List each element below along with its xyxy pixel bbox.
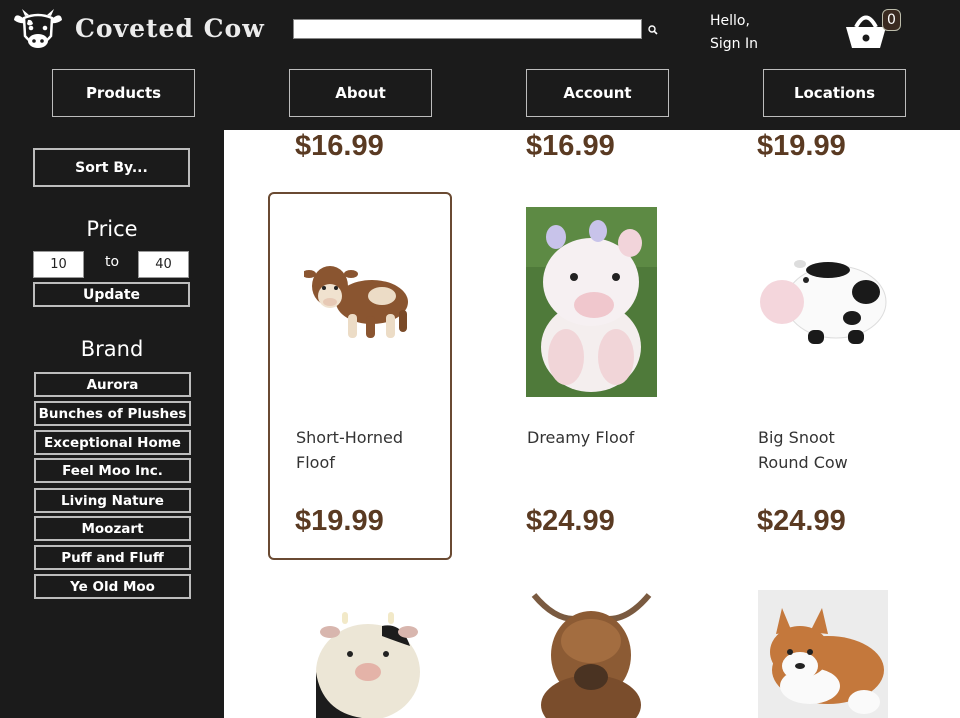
- brand-filter-puff-and-fluff[interactable]: Puff and Fluff: [34, 545, 191, 570]
- greeting-hello: Hello,: [710, 13, 750, 29]
- price-min-input[interactable]: 10: [33, 251, 84, 278]
- site-header: Coveted Cow Hello, Sign In 0 Products Ab…: [0, 0, 960, 130]
- filter-sidebar: Sort By... Price 10 to 40 Update Brand A…: [0, 130, 224, 718]
- brand-filter-exceptional-home[interactable]: Exceptional Home: [34, 430, 191, 455]
- nav-account-button[interactable]: Account: [526, 69, 669, 117]
- product-name-line: Round Cow: [758, 453, 848, 472]
- update-price-button[interactable]: Update: [33, 282, 190, 307]
- product-name-line: Dreamy Floof: [527, 428, 635, 447]
- price-filter-title: Price: [86, 217, 138, 241]
- nav-about-button[interactable]: About: [289, 69, 432, 117]
- sign-in-link[interactable]: Sign In: [710, 33, 758, 56]
- brand-filter-ye-old-moo[interactable]: Ye Old Moo: [34, 574, 191, 599]
- product-price: $19.99: [295, 505, 384, 537]
- price-max-input[interactable]: 40: [138, 251, 189, 278]
- product-price: $16.99: [295, 130, 384, 162]
- dreamy-floof-image[interactable]: [526, 207, 657, 397]
- brand-filter-feel-moo-inc[interactable]: Feel Moo Inc.: [34, 458, 191, 483]
- brand-filter-bunches-of-plushes[interactable]: Bunches of Plushes: [34, 401, 191, 426]
- cart-count-badge: 0: [882, 9, 901, 31]
- nav-locations-button[interactable]: Locations: [763, 69, 906, 117]
- search-input[interactable]: [293, 19, 642, 39]
- squishy-cow-image[interactable]: [312, 602, 427, 718]
- brand-name[interactable]: Coveted Cow: [75, 14, 265, 43]
- product-name[interactable]: Short-Horned Floof: [296, 425, 436, 475]
- search-icon[interactable]: [645, 22, 661, 38]
- account-greeting[interactable]: Hello, Sign In: [710, 10, 758, 56]
- brand-filter-moozart[interactable]: Moozart: [34, 516, 191, 541]
- product-name-line: Short-Horned: [296, 428, 403, 447]
- product-name[interactable]: Dreamy Floof: [527, 425, 667, 450]
- product-price: $16.99: [526, 130, 615, 162]
- big-snoot-round-cow-image[interactable]: [756, 250, 891, 350]
- sort-by-button[interactable]: Sort By...: [33, 148, 190, 187]
- price-range-separator: to: [104, 254, 120, 270]
- brand-filter-living-nature[interactable]: Living Nature: [34, 488, 191, 513]
- short-horned-floof-image[interactable]: [304, 252, 416, 347]
- product-name[interactable]: Big Snoot Round Cow: [758, 425, 898, 475]
- product-price: $24.99: [526, 505, 615, 537]
- product-price: $24.99: [757, 505, 846, 537]
- product-price: $19.99: [757, 130, 846, 162]
- brand-filter-title: Brand: [80, 337, 144, 361]
- corgi-plush-image[interactable]: [758, 590, 888, 718]
- product-name-line: Floof: [296, 453, 335, 472]
- highland-cow-image[interactable]: [524, 585, 659, 718]
- cow-logo-icon[interactable]: [13, 8, 63, 54]
- nav-products-button[interactable]: Products: [52, 69, 195, 117]
- product-name-line: Big Snoot: [758, 428, 835, 447]
- brand-filter-aurora[interactable]: Aurora: [34, 372, 191, 397]
- product-grid: $16.99 $16.99 $19.99 Short-Horned Floof …: [224, 130, 960, 718]
